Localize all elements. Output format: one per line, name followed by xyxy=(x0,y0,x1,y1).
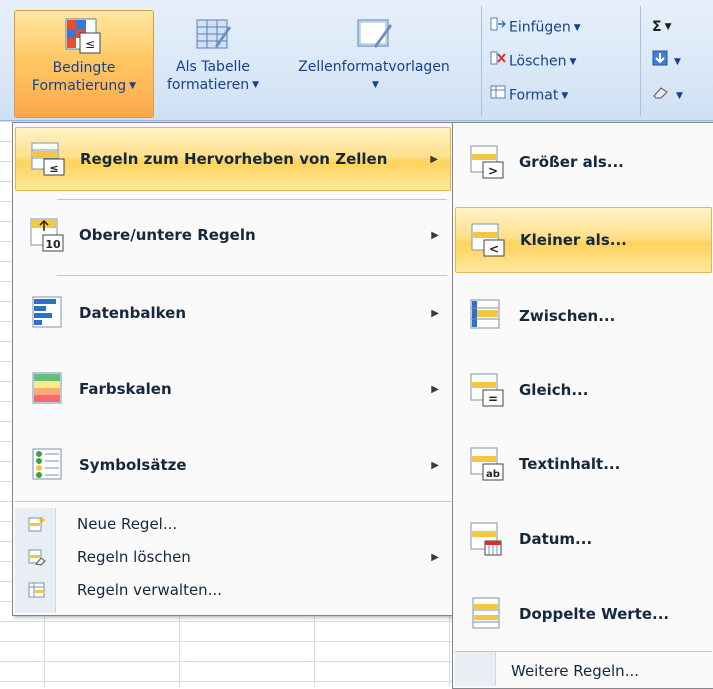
menu-separator xyxy=(15,501,451,502)
icon-sets-icon xyxy=(15,447,79,483)
fill-button[interactable]: ▼ xyxy=(652,50,681,72)
dropdown-caret-icon: ▼ xyxy=(676,90,683,101)
insert-cells-button[interactable]: Einfügen ▼ xyxy=(490,16,581,38)
eraser-icon xyxy=(652,84,670,107)
ribbon: ≤ Bedingte Formatierung ▼ Als Tabelle for… xyxy=(0,0,713,121)
cell-styles-button[interactable]: Zellenformatvorlagen ▼ xyxy=(274,10,474,116)
submenu-arrow-icon: ▶ xyxy=(431,307,439,319)
clear-rules-icon xyxy=(15,548,59,566)
dropdown-caret-icon: ▼ xyxy=(569,56,577,67)
conditional-formatting-menu: ≤ Regeln zum Hervorheben von Zellen ▶ 10… xyxy=(12,122,454,616)
text-contains-icon: ab xyxy=(455,446,519,482)
menu-item-between[interactable]: Zwischen... xyxy=(455,285,712,347)
ribbon-separator xyxy=(481,6,482,116)
greater-than-icon: > xyxy=(455,144,519,180)
svg-text:=: = xyxy=(488,392,498,406)
color-scales-icon xyxy=(15,371,79,407)
data-bars-icon xyxy=(15,295,79,331)
date-occurring-icon xyxy=(455,521,519,557)
dropdown-caret-icon: ▼ xyxy=(674,56,681,67)
menu-item-less-than[interactable]: < Kleiner als... xyxy=(455,207,712,273)
menu-item-clear-rules[interactable]: Regeln löschen ▶ xyxy=(15,542,451,572)
insert-cells-icon xyxy=(490,16,507,39)
menu-item-data-bars[interactable]: Datenbalken ▶ xyxy=(15,283,451,343)
ribbon-separator xyxy=(640,6,641,116)
menu-item-icon-sets[interactable]: Symbolsätze ▶ xyxy=(15,435,451,495)
submenu-arrow-icon: ▶ xyxy=(431,551,439,563)
dropdown-caret-icon: ▼ xyxy=(372,80,379,90)
format-cells-button[interactable]: Format ▼ xyxy=(490,84,568,106)
cell-styles-icon xyxy=(357,19,392,48)
conditional-formatting-label: Formatierung xyxy=(31,78,127,94)
menu-item-top-bottom-rules[interactable]: 10 Obere/untere Regeln ▶ xyxy=(15,205,451,265)
menu-item-highlight-cell-rules[interactable]: ≤ Regeln zum Hervorheben von Zellen ▶ xyxy=(15,127,451,191)
top-bottom-rules-icon: 10 xyxy=(15,217,79,253)
highlight-cell-rules-submenu: > Größer als... < Kleiner als... Zwische… xyxy=(452,122,713,689)
fill-down-icon xyxy=(652,50,668,73)
format-cells-icon xyxy=(490,84,506,107)
menu-item-date-occurring[interactable]: Datum... xyxy=(455,507,712,571)
submenu-arrow-icon: ▶ xyxy=(431,229,439,241)
menu-item-equal-to[interactable]: = Gleich... xyxy=(455,359,712,421)
sum-icon: Σ xyxy=(652,19,662,35)
clear-button[interactable]: ▼ xyxy=(652,84,683,106)
delete-cells-icon xyxy=(490,50,506,73)
duplicate-values-icon xyxy=(455,596,519,632)
menu-separator xyxy=(57,199,447,200)
dropdown-caret-icon: ▼ xyxy=(252,80,260,90)
highlight-rules-icon: ≤ xyxy=(16,141,80,177)
format-as-table-button[interactable]: Als Tabelle formatieren ▼ xyxy=(152,10,274,116)
svg-text:>: > xyxy=(488,164,498,178)
dropdown-caret-icon: ▼ xyxy=(129,81,137,91)
delete-cells-button[interactable]: Löschen ▼ xyxy=(490,50,576,72)
dropdown-caret-icon: ▼ xyxy=(573,22,581,33)
menu-separator xyxy=(57,275,447,276)
menu-item-duplicate-values[interactable]: Doppelte Werte... xyxy=(455,581,712,647)
dropdown-caret-icon: ▼ xyxy=(664,22,672,32)
menu-item-manage-rules[interactable]: Regeln verwalten... xyxy=(15,575,451,605)
autosum-button[interactable]: Σ ▼ xyxy=(652,16,672,38)
svg-text:10: 10 xyxy=(45,238,61,251)
conditional-formatting-button[interactable]: ≤ Bedingte Formatierung ▼ xyxy=(14,10,154,118)
dropdown-caret-icon: ▼ xyxy=(561,90,569,101)
svg-text:≤: ≤ xyxy=(85,37,95,51)
menu-item-more-rules[interactable]: Weitere Regeln... xyxy=(455,657,712,685)
svg-text:≤: ≤ xyxy=(49,162,58,175)
format-as-table-icon xyxy=(196,19,231,49)
less-than-icon: < xyxy=(456,222,520,258)
submenu-arrow-icon: ▶ xyxy=(431,383,439,395)
menu-item-color-scales[interactable]: Farbskalen ▶ xyxy=(15,359,451,419)
menu-item-new-rule[interactable]: Neue Regel... xyxy=(15,509,451,539)
menu-item-text-contains[interactable]: ab Textinhalt... xyxy=(455,433,712,495)
svg-text:<: < xyxy=(489,242,499,256)
submenu-arrow-icon: ▶ xyxy=(431,459,439,471)
equal-to-icon: = xyxy=(455,372,519,408)
menu-item-greater-than[interactable]: > Größer als... xyxy=(455,129,712,195)
between-icon xyxy=(455,298,519,334)
new-rule-icon xyxy=(15,515,59,533)
submenu-arrow-icon: ▶ xyxy=(430,153,438,165)
manage-rules-icon xyxy=(15,581,59,599)
conditional-formatting-icon: ≤ xyxy=(65,18,101,54)
svg-text:ab: ab xyxy=(486,469,500,480)
